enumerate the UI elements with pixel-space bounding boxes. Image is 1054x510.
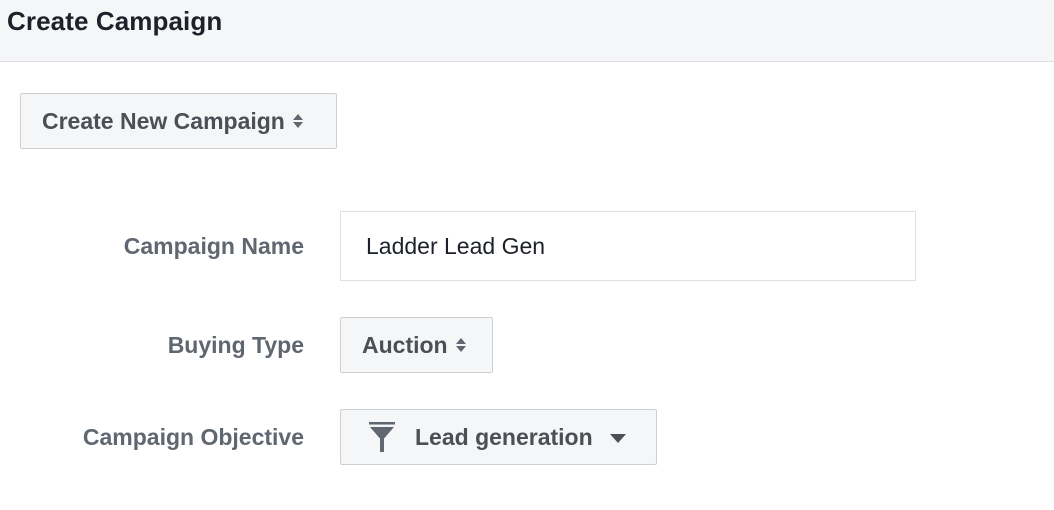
funnel-icon	[368, 421, 396, 453]
buying-type-select[interactable]: Auction	[340, 317, 493, 373]
campaign-mode-select[interactable]: Create New Campaign	[20, 93, 337, 149]
campaign-mode-label: Create New Campaign	[42, 107, 285, 134]
campaign-objective-value: Lead generation	[415, 423, 593, 450]
sort-updown-icon	[292, 113, 303, 129]
page-title: Create Campaign	[7, 6, 223, 36]
buying-type-label: Buying Type	[167, 332, 304, 358]
campaign-name-label: Campaign Name	[123, 233, 304, 259]
campaign-objective-select[interactable]: Lead generation	[340, 409, 657, 465]
campaign-objective-label: Campaign Objective	[82, 424, 304, 450]
buying-type-value: Auction	[362, 331, 448, 358]
sort-updown-icon	[455, 337, 466, 353]
campaign-name-input[interactable]	[340, 211, 916, 281]
caret-down-icon	[609, 433, 626, 443]
page-header: Create Campaign	[0, 0, 1054, 62]
